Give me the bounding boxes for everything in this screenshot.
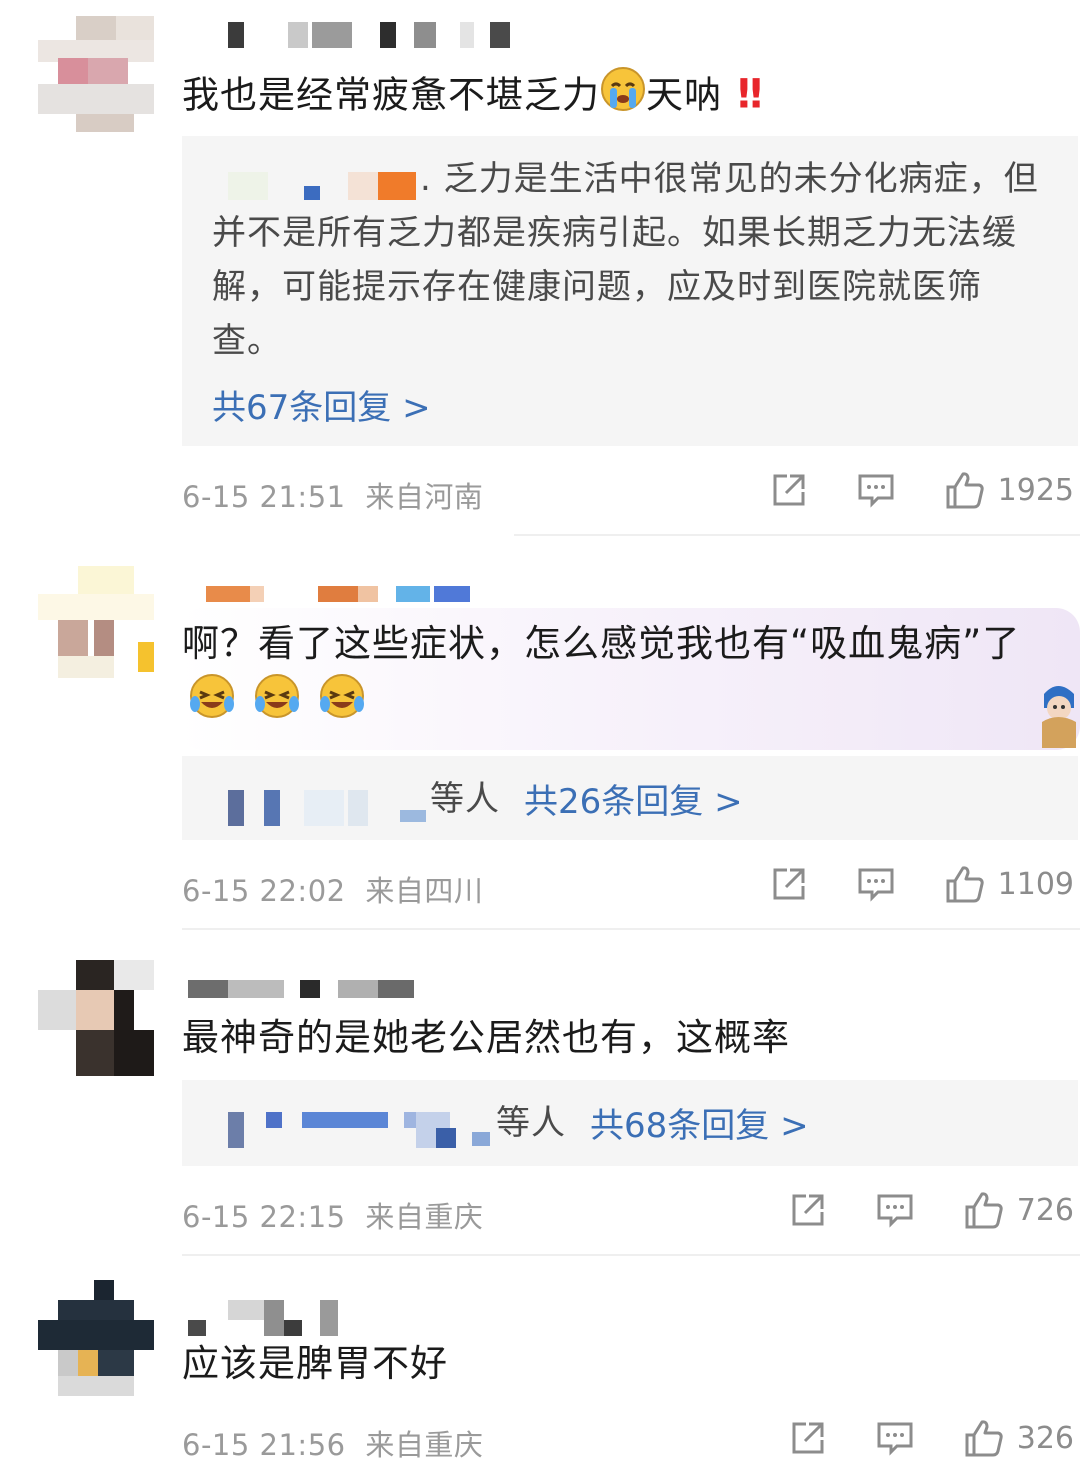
comment-text: 最神奇的是她老公居然也有，这概率: [182, 1016, 790, 1059]
view-replies-link[interactable]: 共67条回复 >: [212, 380, 431, 429]
like-count: 1109: [997, 866, 1074, 902]
reply-authors[interactable]: [228, 1112, 492, 1148]
view-replies-link[interactable]: 共26条回复 >: [524, 774, 743, 823]
username[interactable]: [228, 22, 518, 48]
share-icon[interactable]: [770, 865, 808, 903]
double-exclamation-icon: !!: [734, 71, 766, 118]
like-button[interactable]: 1925: [944, 470, 1074, 510]
share-icon[interactable]: [770, 471, 808, 509]
divider: [514, 534, 1080, 536]
crying-face-icon: [600, 66, 646, 128]
comment-icon[interactable]: [856, 471, 896, 509]
comment-time: 6-15 22:15: [182, 1200, 346, 1234]
like-count: 1925: [997, 472, 1074, 508]
like-button[interactable]: 326: [963, 1418, 1074, 1458]
comment-location: 来自重庆: [365, 1428, 484, 1462]
reply-box[interactable]: 等人 共68条回复 >: [182, 1080, 1078, 1166]
share-icon[interactable]: [789, 1419, 827, 1457]
comment-time: 6-15 21:51: [182, 480, 346, 514]
avatar[interactable]: [38, 566, 154, 682]
comment-text: 我也是经常疲惫不堪乏力 天呐 !!: [182, 66, 766, 128]
view-replies-link[interactable]: 共68条回复 >: [590, 1098, 809, 1147]
decorative-avatar-sticker: [1036, 678, 1080, 748]
comment-body: 啊？看了这些症状，怎么感觉我也有“吸血鬼病”了: [182, 622, 1021, 665]
share-icon[interactable]: [789, 1191, 827, 1229]
comment-location: 来自河南: [365, 480, 484, 514]
reply-box[interactable]: . 乏力是生活中很常见的未分化病症，但并不是所有乏力都是疾病引起。如果长期乏力无…: [182, 136, 1078, 446]
username[interactable]: [186, 586, 476, 602]
comment-meta: 6-15 21:51 来自河南: [182, 474, 483, 516]
comment-location: 来自四川: [365, 874, 484, 908]
username[interactable]: [188, 980, 418, 998]
thumbs-up-icon: [965, 1420, 1003, 1457]
username[interactable]: [188, 1300, 340, 1336]
comment-text: 应该是脾胃不好: [182, 1342, 448, 1385]
like-button[interactable]: 726: [963, 1190, 1074, 1230]
comment-actions: 326: [789, 1418, 1074, 1458]
reply-suffix: 等人: [430, 779, 500, 819]
comment-time: 6-15 21:56: [182, 1428, 346, 1462]
comment-icon[interactable]: [875, 1419, 915, 1457]
like-count: 726: [1016, 1192, 1074, 1228]
comment-meta: 6-15 22:02 来自四川: [182, 868, 483, 910]
comment-icon[interactable]: [856, 865, 896, 903]
comment-meta: 6-15 21:56 来自重庆: [182, 1422, 483, 1464]
thumbs-up-icon: [965, 1192, 1003, 1229]
avatar[interactable]: [38, 1280, 154, 1396]
comment-actions: 726: [789, 1190, 1074, 1230]
comment-actions: 1109: [770, 864, 1074, 904]
comment-location: 来自重庆: [365, 1200, 484, 1234]
comment-time: 6-15 22:02: [182, 874, 346, 908]
comment-icon[interactable]: [875, 1191, 915, 1229]
comment-meta: 6-15 22:15 来自重庆: [182, 1194, 483, 1236]
reply-text: . 乏力是生活中很常见的未分化病症，但并不是所有乏力都是疾病引起。如果长期乏力无…: [212, 159, 1039, 361]
laughing-tears-icon: [318, 672, 366, 736]
avatar[interactable]: [38, 16, 154, 132]
thumbs-up-icon: [946, 472, 984, 509]
laughing-tears-icon: [253, 672, 301, 736]
thumbs-up-icon: [946, 866, 984, 903]
divider: [182, 1254, 1080, 1256]
like-count: 326: [1016, 1420, 1074, 1456]
comment-actions: 1925: [770, 470, 1074, 510]
reply-suffix: 等人: [496, 1103, 566, 1143]
reply-box[interactable]: 等人 共26条回复 >: [182, 756, 1078, 840]
laughing-tears-icon: [188, 672, 236, 736]
reply-authors[interactable]: [228, 790, 428, 826]
comment-text: 啊？看了这些症状，怎么感觉我也有“吸血鬼病”了: [182, 616, 1042, 736]
divider: [182, 928, 1080, 930]
comment-suffix: 天呐: [646, 73, 722, 117]
avatar[interactable]: [38, 960, 154, 1076]
comment-body: 我也是经常疲惫不堪乏力: [182, 73, 600, 117]
like-button[interactable]: 1109: [944, 864, 1074, 904]
